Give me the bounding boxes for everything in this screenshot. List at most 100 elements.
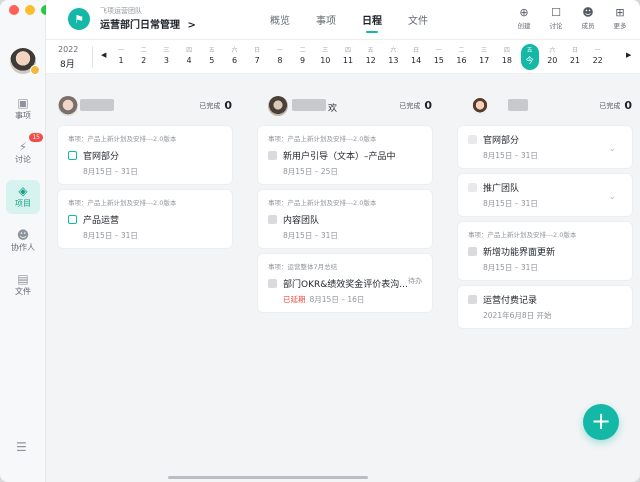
task-checkbox[interactable] (268, 279, 277, 288)
task-card[interactable]: 事项：运营整体7月总结 部门OKR&绩效奖金评价表沟... 已延期 8月15日 – 1… (258, 254, 432, 312)
avatar[interactable] (58, 96, 78, 116)
task-card[interactable]: 官网部分 8月15日 – 31日 ⌄ (458, 126, 632, 168)
day-cell[interactable]: 四 11 (339, 44, 357, 70)
weekday-label: 三 (481, 47, 488, 54)
day-cell[interactable]: 日 14 (407, 44, 425, 70)
task-checkbox[interactable] (68, 151, 77, 160)
completed-counter[interactable]: 已完成 0 (399, 99, 432, 112)
sidebar-item-label: 讨论 (15, 155, 31, 164)
month-label[interactable]: 8月 (60, 57, 75, 70)
day-cell[interactable]: 六 20 (543, 44, 561, 70)
day-cell[interactable]: 一8 (271, 44, 289, 70)
project-flag-icon: ⚑ (68, 8, 90, 30)
day-cell[interactable]: 四 18 (498, 44, 516, 70)
left-sidebar: ▣ 事项 ⚡ 讨论 15 ◈ 项目 ☻ 协作人 ▤ 文件 ☰ (0, 0, 51, 482)
task-row: 部门OKR&绩效奖金评价表沟... (268, 277, 422, 290)
day-cell[interactable]: 日7 (248, 44, 266, 70)
header-tools: ⊕ 创建 ☐ 讨论 ☻ 成员 ⊞ 更多 (514, 6, 630, 30)
weekday-label: 六 (549, 47, 556, 54)
task-checkbox[interactable] (268, 215, 277, 224)
task-title: 产品运营 (83, 216, 120, 226)
sidebar-item-files[interactable]: ▤ 文件 (6, 268, 40, 302)
task-title: 官网部分 (483, 136, 520, 146)
day-cell[interactable]: 二9 (294, 44, 312, 70)
day-cell[interactable]: 三3 (157, 44, 175, 70)
day-cell[interactable]: 六 13 (384, 44, 402, 70)
task-date-row: 已延期 8月15日 – 16日 (283, 294, 422, 305)
weekday-label: 三 (322, 47, 329, 54)
project-switcher[interactable]: 运营部门日常管理 > (100, 16, 196, 31)
sidebar-item-tasks[interactable]: ▣ 事项 (6, 92, 40, 126)
day-cell[interactable]: 一 15 (430, 44, 448, 70)
sidebar-item-projects[interactable]: ◈ 项目 (6, 180, 40, 214)
add-button[interactable]: + (583, 404, 619, 440)
sidebar-item-discussions[interactable]: ⚡ 讨论 15 (6, 133, 43, 170)
day-number: 21 (569, 56, 581, 65)
task-date-row: 8月15日 – 31日 (83, 230, 222, 241)
avatar[interactable] (472, 98, 488, 114)
next-week-button[interactable]: ▶ (626, 51, 631, 59)
day-cell[interactable]: 五5 (203, 44, 221, 70)
completed-counter[interactable]: 已完成 0 (599, 99, 632, 112)
day-number: 1 (118, 56, 124, 65)
task-card[interactable]: 事项：产品上新计划及安排---2.0版本 新用户引导（文本）–产品中 8月15日 –… (258, 126, 432, 184)
day-cell[interactable]: 一1 (112, 44, 130, 70)
create-button[interactable]: ⊕ 创建 (514, 6, 534, 30)
day-cell[interactable]: 日 21 (566, 44, 584, 70)
hamburger-icon[interactable]: ☰ (16, 440, 27, 454)
task-card[interactable]: 事项：产品上新计划及安排---2.0版本 产品运营 8月15日 – 31日 (58, 190, 232, 248)
day-today[interactable]: 五今 (520, 44, 539, 70)
completed-counter[interactable]: 已完成 0 (199, 99, 232, 112)
task-date-row: 2021年6月8日 开始 (483, 310, 622, 321)
task-card[interactable]: 运营付费记录 2021年6月8日 开始 (458, 286, 632, 328)
tab-files[interactable]: 文件 (408, 12, 428, 33)
day-number: 6 (231, 56, 238, 65)
divider (92, 46, 93, 68)
task-title: 部门OKR&绩效奖金评价表沟... (283, 280, 408, 290)
task-row: 新用户引导（文本）–产品中 (268, 149, 422, 162)
avatar[interactable] (268, 96, 288, 116)
member-column: 欢 已完成 0 事项：产品上新计划及安排---2.0版本 新用户引导（文本）–产品… (258, 92, 432, 312)
task-card[interactable]: 事项：产品上新计划及安排---2.0版本 内容团队 8月15日 – 31日 (258, 190, 432, 248)
task-row: 产品运营 (68, 213, 222, 226)
day-cell[interactable]: 五 12 (362, 44, 380, 70)
column-header: 欢 已完成 0 (258, 92, 432, 120)
sidebar-item-label: 事项 (15, 111, 31, 120)
day-cell[interactable]: 三 10 (316, 44, 334, 70)
day-cell[interactable]: 二 16 (453, 44, 471, 70)
task-checkbox[interactable] (468, 135, 477, 144)
task-checkbox[interactable] (468, 183, 477, 192)
prev-week-button[interactable]: ◀ (101, 51, 106, 59)
task-card[interactable]: 事项：产品上新计划及安排---2.0版本 官网部分 8月15日 – 31日 (58, 126, 232, 184)
horizontal-scrollbar[interactable] (168, 476, 368, 479)
day-cell[interactable]: 三 17 (475, 44, 493, 70)
day-number: 2 (141, 56, 147, 65)
minimize-window-button[interactable] (25, 5, 35, 15)
task-checkbox[interactable] (268, 151, 277, 160)
task-checkbox[interactable] (68, 215, 77, 224)
members-button[interactable]: ☻ 成员 (578, 6, 598, 30)
task-card[interactable]: 事项：产品上新计划及安排---2.0版本 新增功能界面更新 8月15日 – 31日 (458, 222, 632, 280)
tab-tasks[interactable]: 事项 (316, 12, 336, 33)
tab-schedule[interactable]: 日程 (362, 12, 382, 33)
sidebar-item-collaborators[interactable]: ☻ 协作人 (6, 224, 40, 258)
task-row: 新增功能界面更新 (468, 245, 622, 258)
chevron-down-icon[interactable]: ⌄ (608, 144, 616, 154)
day-cell[interactable]: 六6 (226, 44, 244, 70)
task-card[interactable]: 推广团队 8月15日 – 31日 ⌄ (458, 174, 632, 216)
member-name: 欢 (328, 104, 338, 114)
tool-label: 更多 (613, 22, 627, 30)
weekday-label: 日 (413, 47, 420, 54)
weekday-label: 二 (299, 47, 306, 54)
view-tabs: 概览 事项 日程 文件 (270, 12, 428, 33)
day-cell[interactable]: 四4 (180, 44, 198, 70)
chevron-down-icon[interactable]: ⌄ (608, 192, 616, 202)
day-cell[interactable]: 一 22 (589, 44, 607, 70)
more-button[interactable]: ⊞ 更多 (610, 6, 630, 30)
tab-overview[interactable]: 概览 (270, 12, 290, 33)
close-window-button[interactable] (9, 5, 19, 15)
task-checkbox[interactable] (468, 295, 477, 304)
day-cell[interactable]: 二2 (135, 44, 153, 70)
discuss-button[interactable]: ☐ 讨论 (546, 6, 566, 30)
task-checkbox[interactable] (468, 247, 477, 256)
